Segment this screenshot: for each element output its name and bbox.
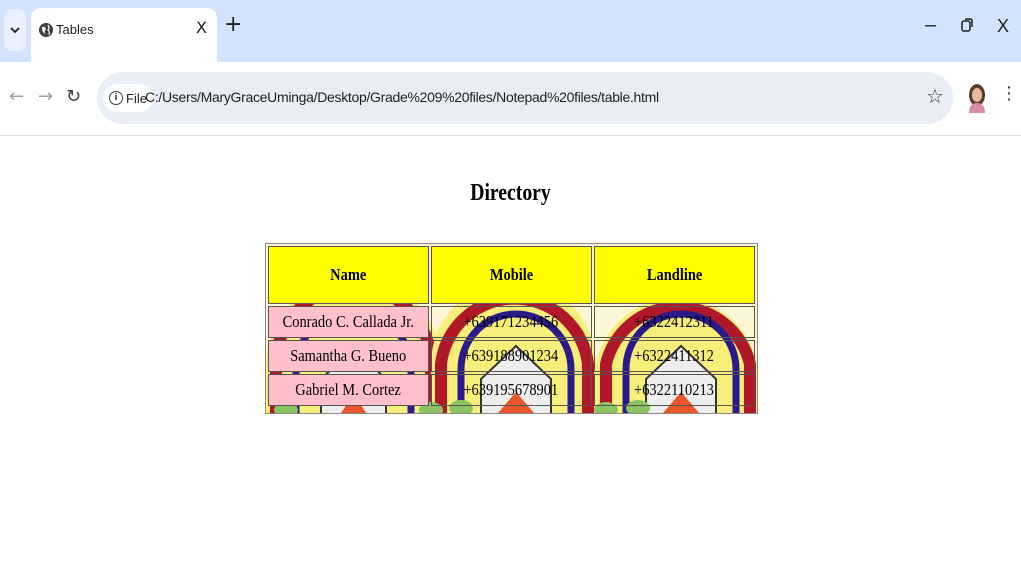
profile-avatar[interactable] [966, 83, 988, 113]
cell-mobile: +639195678901 [430, 374, 592, 406]
globe-icon [39, 23, 53, 37]
reload-icon[interactable]: ↻ [66, 86, 81, 107]
directory-table-container: Name Mobile Landline Conrado C. Callada … [265, 243, 758, 414]
header-mobile: Mobile [430, 246, 592, 304]
table-row: Samantha G. Bueno +639188901234 +6322411… [268, 340, 755, 372]
cell-mobile: +639171234456 [430, 306, 592, 338]
info-icon: i [109, 91, 123, 105]
site-info-label: File [126, 90, 147, 106]
address-bar[interactable]: i File C:/Users/MaryGraceUminga/Desktop/… [97, 72, 953, 124]
tab-title: Tables [56, 22, 94, 37]
cell-mobile: +639188901234 [430, 340, 592, 372]
tab-close-button[interactable]: X [196, 18, 207, 37]
tab-tables[interactable]: Tables X [31, 8, 217, 62]
cell-landline: +6322412311 [593, 306, 755, 338]
cell-name: Samantha G. Bueno [268, 340, 429, 372]
menu-kebab-icon[interactable]: ⋮ [1000, 83, 1018, 104]
cell-name: Conrado C. Callada Jr. [268, 306, 429, 338]
minimize-button[interactable]: – [925, 14, 936, 37]
header-name: Name [268, 246, 429, 304]
table-header-row: Name Mobile Landline [268, 246, 755, 304]
directory-table: Name Mobile Landline Conrado C. Callada … [266, 244, 757, 408]
close-window-button[interactable]: X [997, 16, 1009, 37]
restore-icon[interactable] [961, 18, 973, 32]
forward-arrow-icon[interactable]: → [38, 86, 53, 107]
table-row: Conrado C. Callada Jr. +639171234456 +63… [268, 306, 755, 338]
chevron-down-icon [10, 27, 20, 34]
table-row: Gabriel M. Cortez +639195678901 +6322110… [268, 374, 755, 406]
cell-name: Gabriel M. Cortez [268, 374, 429, 406]
url-text[interactable]: C:/Users/MaryGraceUminga/Desktop/Grade%2… [145, 89, 659, 105]
page-heading: Directory [470, 180, 551, 206]
bookmark-star-icon[interactable]: ☆ [926, 84, 944, 108]
cell-landline: +6322411312 [593, 340, 755, 372]
header-landline: Landline [593, 246, 755, 304]
tab-search-button[interactable] [4, 9, 26, 51]
page-content: Directory Name Mobile Landline Conrado C… [0, 136, 1021, 572]
toolbar: ← → ↻ i File C:/Users/MaryGraceUminga/De… [0, 62, 1021, 136]
tab-strip: Tables X + – X [0, 0, 1021, 62]
new-tab-button[interactable]: + [224, 14, 242, 36]
cell-landline: +6322110213 [593, 374, 755, 406]
back-arrow-icon[interactable]: ← [9, 86, 24, 107]
